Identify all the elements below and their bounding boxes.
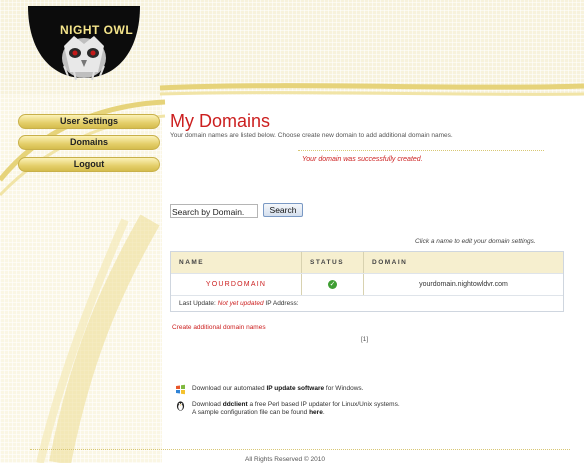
- last-update-value: Not yet updated: [217, 300, 264, 307]
- column-header-status: STATUS: [301, 252, 363, 273]
- column-header-domain: DOMAIN: [363, 252, 563, 273]
- success-message: Your domain was successfully created.: [302, 156, 423, 163]
- footer-divider: [30, 449, 570, 450]
- create-domain-link[interactable]: Create additional domain names: [172, 324, 266, 331]
- edit-hint: Click a name to edit your domain setting…: [415, 238, 536, 245]
- domain-name-link[interactable]: YOURDOMAIN: [171, 274, 301, 295]
- sidebar-item-logout[interactable]: Logout: [18, 157, 160, 172]
- last-update-label: Last Update:: [179, 300, 216, 307]
- pagination-page-1[interactable]: [1]: [361, 336, 368, 343]
- status-cell: ✓: [301, 274, 363, 295]
- search-button[interactable]: Search: [263, 203, 303, 217]
- linux-icon: [176, 401, 185, 411]
- ddclient-link[interactable]: ddclient: [223, 401, 248, 408]
- page-subtitle: Your domain names are listed below. Choo…: [170, 132, 453, 139]
- page-title: My Domains: [170, 111, 271, 131]
- download-linux-text: Download ddclient a free Perl based IP u…: [192, 401, 400, 416]
- table-row: YOURDOMAIN ✓ yourdomain.nightowldvr.com: [171, 273, 563, 295]
- windows-icon: [176, 384, 185, 395]
- search-input-placeholder: Search by Domain.: [172, 207, 245, 217]
- night-owl-logo: NIGHT OWL: [28, 6, 140, 82]
- download-windows-text: Download our automated IP update softwar…: [192, 385, 364, 392]
- check-icon: ✓: [328, 280, 337, 289]
- ip-update-software-link[interactable]: IP update software: [266, 385, 324, 392]
- logo-text: NIGHT OWL: [60, 23, 134, 37]
- sidebar-pattern: [0, 95, 162, 463]
- footer-copyright: All Rights Reserved © 2010: [245, 456, 325, 463]
- last-update-row: Last Update: Not yet updated IP Address:: [171, 295, 563, 311]
- divider: [298, 150, 544, 151]
- ip-address-label: IP Address:: [265, 300, 299, 307]
- column-header-name: NAME: [179, 259, 205, 266]
- domains-table: NAME STATUS DOMAIN YOURDOMAIN ✓ yourdoma…: [170, 251, 564, 312]
- sidebar-item-user-settings[interactable]: User Settings: [18, 114, 160, 129]
- table-header-row: NAME STATUS DOMAIN: [171, 252, 563, 273]
- sample-config-link[interactable]: here: [309, 409, 323, 416]
- domain-url: yourdomain.nightowldvr.com: [363, 274, 563, 295]
- sidebar-item-domains[interactable]: Domains: [18, 135, 160, 150]
